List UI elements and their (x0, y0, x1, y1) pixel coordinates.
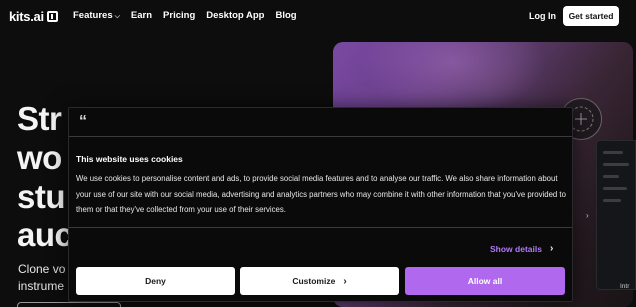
show-details-link[interactable]: Show details › (490, 243, 553, 254)
nav-link-pricing[interactable]: Pricing (163, 10, 195, 21)
deny-button[interactable]: Deny (76, 267, 235, 295)
hero-subtext-line-1: Clone vo (18, 262, 66, 276)
nav-link-earn[interactable]: Earn (131, 10, 152, 21)
panel-row (603, 199, 621, 202)
top-nav: kits.ai Features ⌵ Earn Pricing Desktop … (0, 0, 636, 32)
cookie-dialog-body: We use cookies to personalise content an… (76, 174, 566, 214)
panel-row (603, 163, 629, 166)
login-link[interactable]: Log In (529, 11, 556, 21)
customize-label: Customize (292, 276, 336, 286)
nav-link-blog[interactable]: Blog (275, 10, 296, 21)
cookie-consent-dialog: “ This website uses cookies We use cooki… (68, 107, 573, 302)
allow-all-button[interactable]: Allow all (405, 267, 565, 295)
nav-link-features-label: Features (73, 10, 113, 21)
hero-heading-line-1: Str (17, 100, 62, 137)
show-details-label: Show details (490, 243, 542, 254)
panel-row (603, 175, 619, 178)
intro-label: Intr (620, 283, 630, 290)
chevron-right-icon: › (343, 275, 347, 287)
chevron-down-icon: ⌵ (114, 12, 120, 20)
logo-mark-icon (46, 11, 58, 22)
cookie-dialog-title: This website uses cookies (76, 154, 183, 164)
divider (69, 227, 572, 228)
customize-button[interactable]: Customize › (240, 267, 399, 295)
app-preview-panel (596, 140, 636, 290)
hero-subtext-line-2: instrume (18, 279, 65, 293)
get-started-button[interactable]: Get started (563, 6, 619, 26)
logo-text: kits.ai (9, 9, 44, 24)
chevron-right-icon[interactable]: › (586, 211, 589, 220)
cookiebot-logo-icon: “ (79, 113, 87, 130)
hero-heading-line-2: wo (17, 139, 62, 176)
nav-links: Features ⌵ Earn Pricing Desktop App Blog (73, 10, 297, 21)
hero-heading-line-3: stu (17, 178, 66, 215)
hero-heading-line-4: auc (17, 216, 73, 253)
panel-row (603, 187, 627, 190)
divider (69, 136, 572, 137)
site-logo[interactable]: kits.ai (9, 9, 58, 24)
panel-row (603, 151, 623, 154)
nav-link-desktop-app[interactable]: Desktop App (206, 10, 264, 21)
nav-link-features[interactable]: Features ⌵ (73, 10, 120, 21)
hero-cta-button[interactable] (17, 302, 121, 307)
chevron-right-icon: › (549, 243, 554, 254)
